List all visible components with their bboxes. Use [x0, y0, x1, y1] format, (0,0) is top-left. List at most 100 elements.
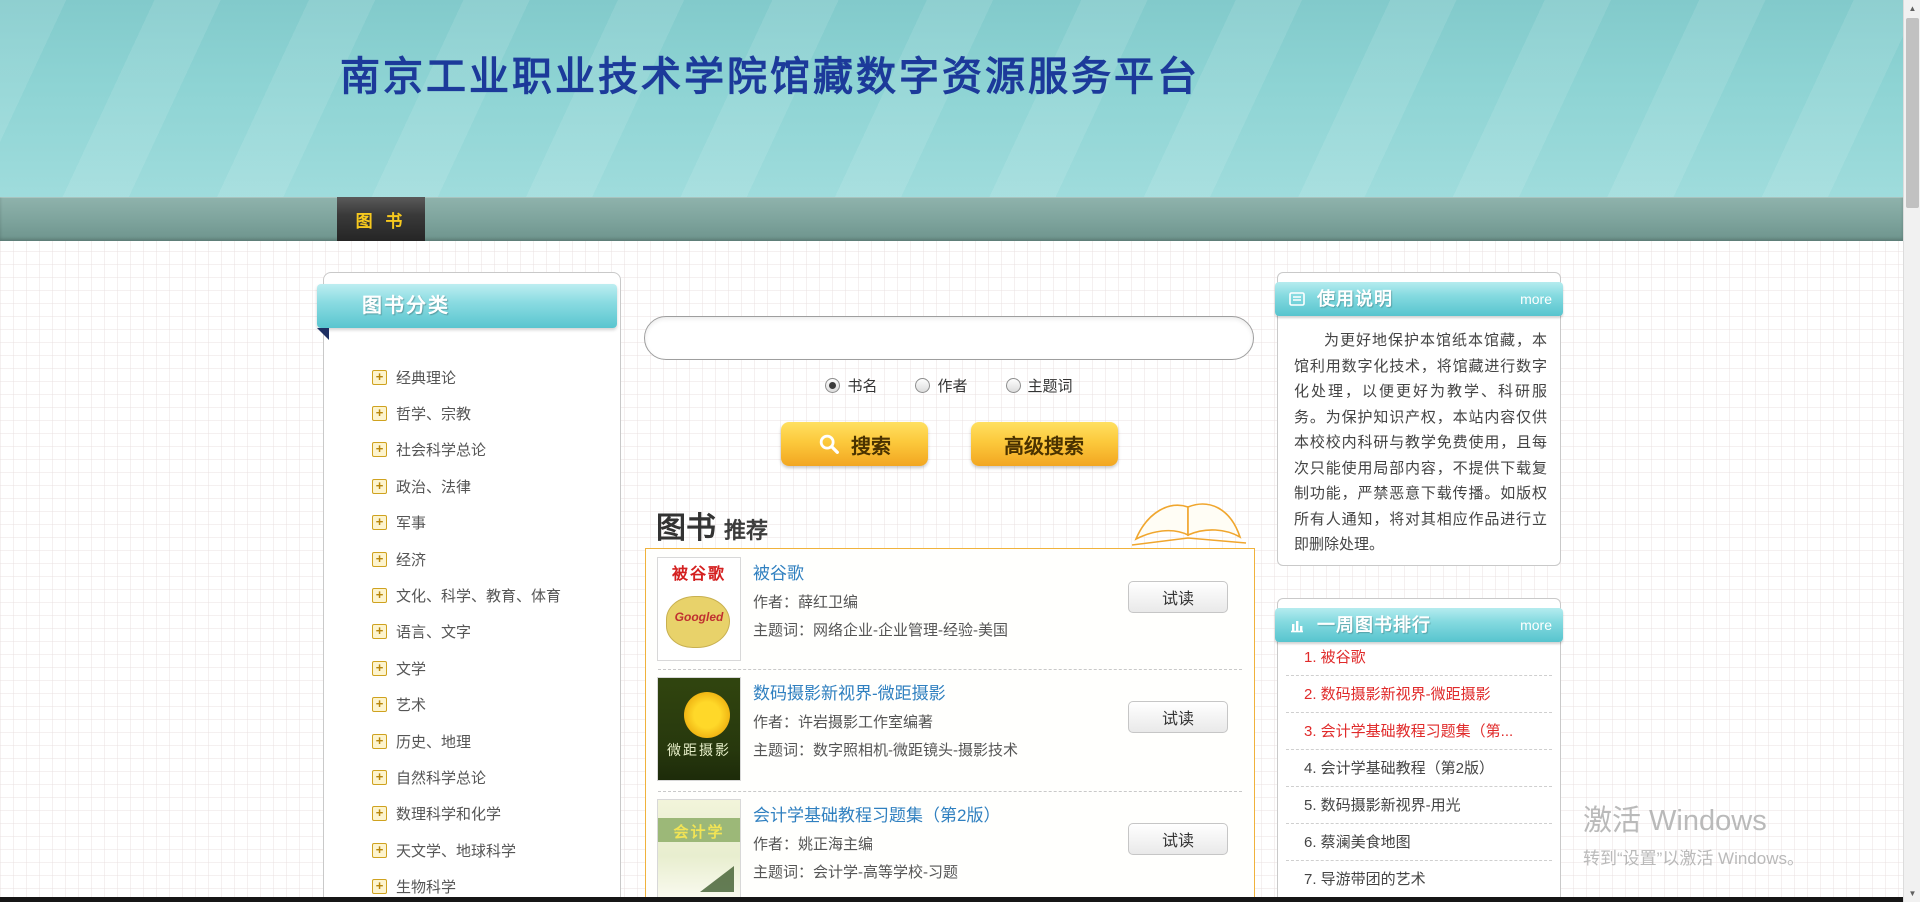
category-item[interactable]: + 数理科学和化学 — [324, 796, 620, 832]
book-title-link[interactable]: 被谷歌 — [753, 559, 804, 584]
try-read-button[interactable]: 试读 — [1128, 823, 1228, 855]
recommend-book-list: 被谷歌 Googled 被谷歌 作者：薛红卫编 主题词：网络企业-企业管理-经验… — [645, 548, 1255, 902]
expand-plus-icon[interactable]: + — [372, 843, 387, 858]
cover-text: 微距摄影 — [658, 740, 740, 760]
category-item[interactable]: + 政治、法律 — [324, 468, 620, 504]
cover-text: 会计学 — [658, 821, 740, 842]
windows-activation-watermark: 激活 Windows 转到“设置”以激活 Windows。 — [1583, 797, 1804, 869]
book-cover[interactable]: 会计学 — [657, 799, 741, 902]
category-item[interactable]: + 艺术 — [324, 687, 620, 723]
scrollbar-thumb[interactable] — [1906, 18, 1919, 208]
category-label[interactable]: 生物科学 — [396, 876, 456, 897]
category-panel-header: 图书分类 — [317, 284, 617, 328]
radio-icon[interactable] — [1006, 378, 1021, 393]
category-item[interactable]: + 经济 — [324, 541, 620, 577]
category-label[interactable]: 哲学、宗教 — [396, 403, 471, 424]
search-button[interactable]: 搜索 — [781, 422, 928, 466]
category-item[interactable]: + 语言、文字 — [324, 614, 620, 650]
expand-plus-icon[interactable]: + — [372, 734, 387, 749]
book-title-link[interactable]: 会计学基础教程习题集（第2版） — [753, 801, 1000, 826]
scroll-down-icon[interactable]: ▼ — [1904, 885, 1920, 902]
expand-plus-icon[interactable]: + — [372, 515, 387, 530]
expand-plus-icon[interactable]: + — [372, 624, 387, 639]
document-icon — [1288, 290, 1306, 308]
category-item[interactable]: + 哲学、宗教 — [324, 395, 620, 431]
expand-plus-icon[interactable]: + — [372, 442, 387, 457]
watermark-line1: 激活 Windows — [1583, 797, 1804, 839]
expand-plus-icon[interactable]: + — [372, 552, 387, 567]
expand-plus-icon[interactable]: + — [372, 697, 387, 712]
ranking-item[interactable]: 7. 导游带团的艺术 — [1286, 861, 1552, 898]
book-cover[interactable]: 微距摄影 — [657, 677, 741, 781]
radio-label[interactable]: 作者 — [937, 375, 967, 396]
try-read-button[interactable]: 试读 — [1128, 701, 1228, 733]
search-input[interactable] — [644, 316, 1254, 360]
category-item[interactable]: + 文化、科学、教育、体育 — [324, 577, 620, 613]
tab-books[interactable]: 图 书 — [337, 197, 425, 241]
category-label[interactable]: 经济 — [396, 549, 426, 570]
recommend-title: 图书 — [656, 503, 716, 547]
book-cover[interactable]: 被谷歌 Googled — [657, 557, 741, 661]
advanced-search-label: 高级搜索 — [1004, 430, 1084, 459]
cover-text: 被谷歌 — [658, 560, 740, 584]
expand-plus-icon[interactable]: + — [372, 806, 387, 821]
ranking-item[interactable]: 3. 会计学基础教程习题集（第... — [1286, 713, 1552, 750]
ranking-item[interactable]: 1. 被谷歌 — [1286, 639, 1552, 676]
advanced-search-button[interactable]: 高级搜索 — [971, 422, 1118, 466]
category-item[interactable]: + 社会科学总论 — [324, 432, 620, 468]
radio-label[interactable]: 书名 — [847, 375, 877, 396]
ranking-more-link[interactable]: more — [1520, 608, 1552, 642]
radio-option-subject[interactable]: 主题词 — [1006, 375, 1073, 396]
cover-art — [684, 692, 730, 738]
category-label[interactable]: 数理科学和化学 — [396, 803, 501, 824]
site-header: 南京工业职业技术学院馆藏数字资源服务平台 — [0, 0, 1903, 197]
ranking-item[interactable]: 6. 蔡澜美食地图 — [1286, 824, 1552, 861]
ranking-item[interactable]: 4. 会计学基础教程（第2版） — [1286, 750, 1552, 787]
vertical-scrollbar[interactable]: ▲ ▼ — [1903, 0, 1920, 902]
radio-option-author[interactable]: 作者 — [915, 375, 967, 396]
category-label[interactable]: 语言、文字 — [396, 621, 471, 642]
usage-panel: 使用说明 more 为更好地保护本馆纸本馆藏，本馆利用数字化技术，将馆藏进行数字… — [1277, 272, 1561, 566]
usage-panel-header: 使用说明 more — [1275, 282, 1563, 316]
category-label[interactable]: 文化、科学、教育、体育 — [396, 585, 561, 606]
book-title-link[interactable]: 数码摄影新视界-微距摄影 — [753, 679, 946, 704]
usage-more-link[interactable]: more — [1520, 282, 1552, 316]
ranking-item[interactable]: 5. 数码摄影新视界-用光 — [1286, 787, 1552, 824]
category-label[interactable]: 政治、法律 — [396, 476, 471, 497]
radio-option-title[interactable]: 书名 — [825, 375, 877, 396]
expand-plus-icon[interactable]: + — [372, 588, 387, 603]
expand-plus-icon[interactable]: + — [372, 479, 387, 494]
category-item[interactable]: + 天文学、地球科学 — [324, 832, 620, 868]
ribbon-fold-decoration — [317, 328, 329, 340]
ranking-item[interactable]: 2. 数码摄影新视界-微距摄影 — [1286, 676, 1552, 713]
book-subject: 主题词：网络企业-企业管理-经验-美国 — [753, 619, 1008, 640]
radio-icon[interactable] — [915, 378, 930, 393]
scroll-up-icon[interactable]: ▲ — [1904, 0, 1920, 17]
search-button-label: 搜索 — [851, 430, 891, 459]
expand-plus-icon[interactable]: + — [372, 770, 387, 785]
category-item[interactable]: + 历史、地理 — [324, 723, 620, 759]
category-list: + 经典理论 + 哲学、宗教 + 社会科学总论 + 政治、法律 + 军事 + 经济 + 文化、… — [324, 359, 620, 902]
expand-plus-icon[interactable]: + — [372, 661, 387, 676]
category-label[interactable]: 艺术 — [396, 694, 426, 715]
expand-plus-icon[interactable]: + — [372, 370, 387, 385]
try-read-button[interactable]: 试读 — [1128, 581, 1228, 613]
category-label[interactable]: 历史、地理 — [396, 731, 471, 752]
category-label[interactable]: 经典理论 — [396, 367, 456, 388]
main-navbar: 图 书 — [0, 197, 1903, 241]
expand-plus-icon[interactable]: + — [372, 879, 387, 894]
category-label[interactable]: 天文学、地球科学 — [396, 840, 516, 861]
category-item[interactable]: + 经典理论 — [324, 359, 620, 395]
book-subject: 主题词：数字照相机-微距镜头-摄影技术 — [753, 739, 1018, 760]
radio-label[interactable]: 主题词 — [1028, 375, 1073, 396]
category-label[interactable]: 社会科学总论 — [396, 439, 486, 460]
category-label[interactable]: 文学 — [396, 658, 426, 679]
category-item[interactable]: + 军事 — [324, 505, 620, 541]
expand-plus-icon[interactable]: + — [372, 406, 387, 421]
category-item[interactable]: + 自然科学总论 — [324, 759, 620, 795]
site-title: 南京工业职业技术学院馆藏数字资源服务平台 — [340, 44, 1200, 102]
radio-icon[interactable] — [825, 378, 840, 393]
category-label[interactable]: 自然科学总论 — [396, 767, 486, 788]
category-label[interactable]: 军事 — [396, 512, 426, 533]
category-item[interactable]: + 文学 — [324, 650, 620, 686]
